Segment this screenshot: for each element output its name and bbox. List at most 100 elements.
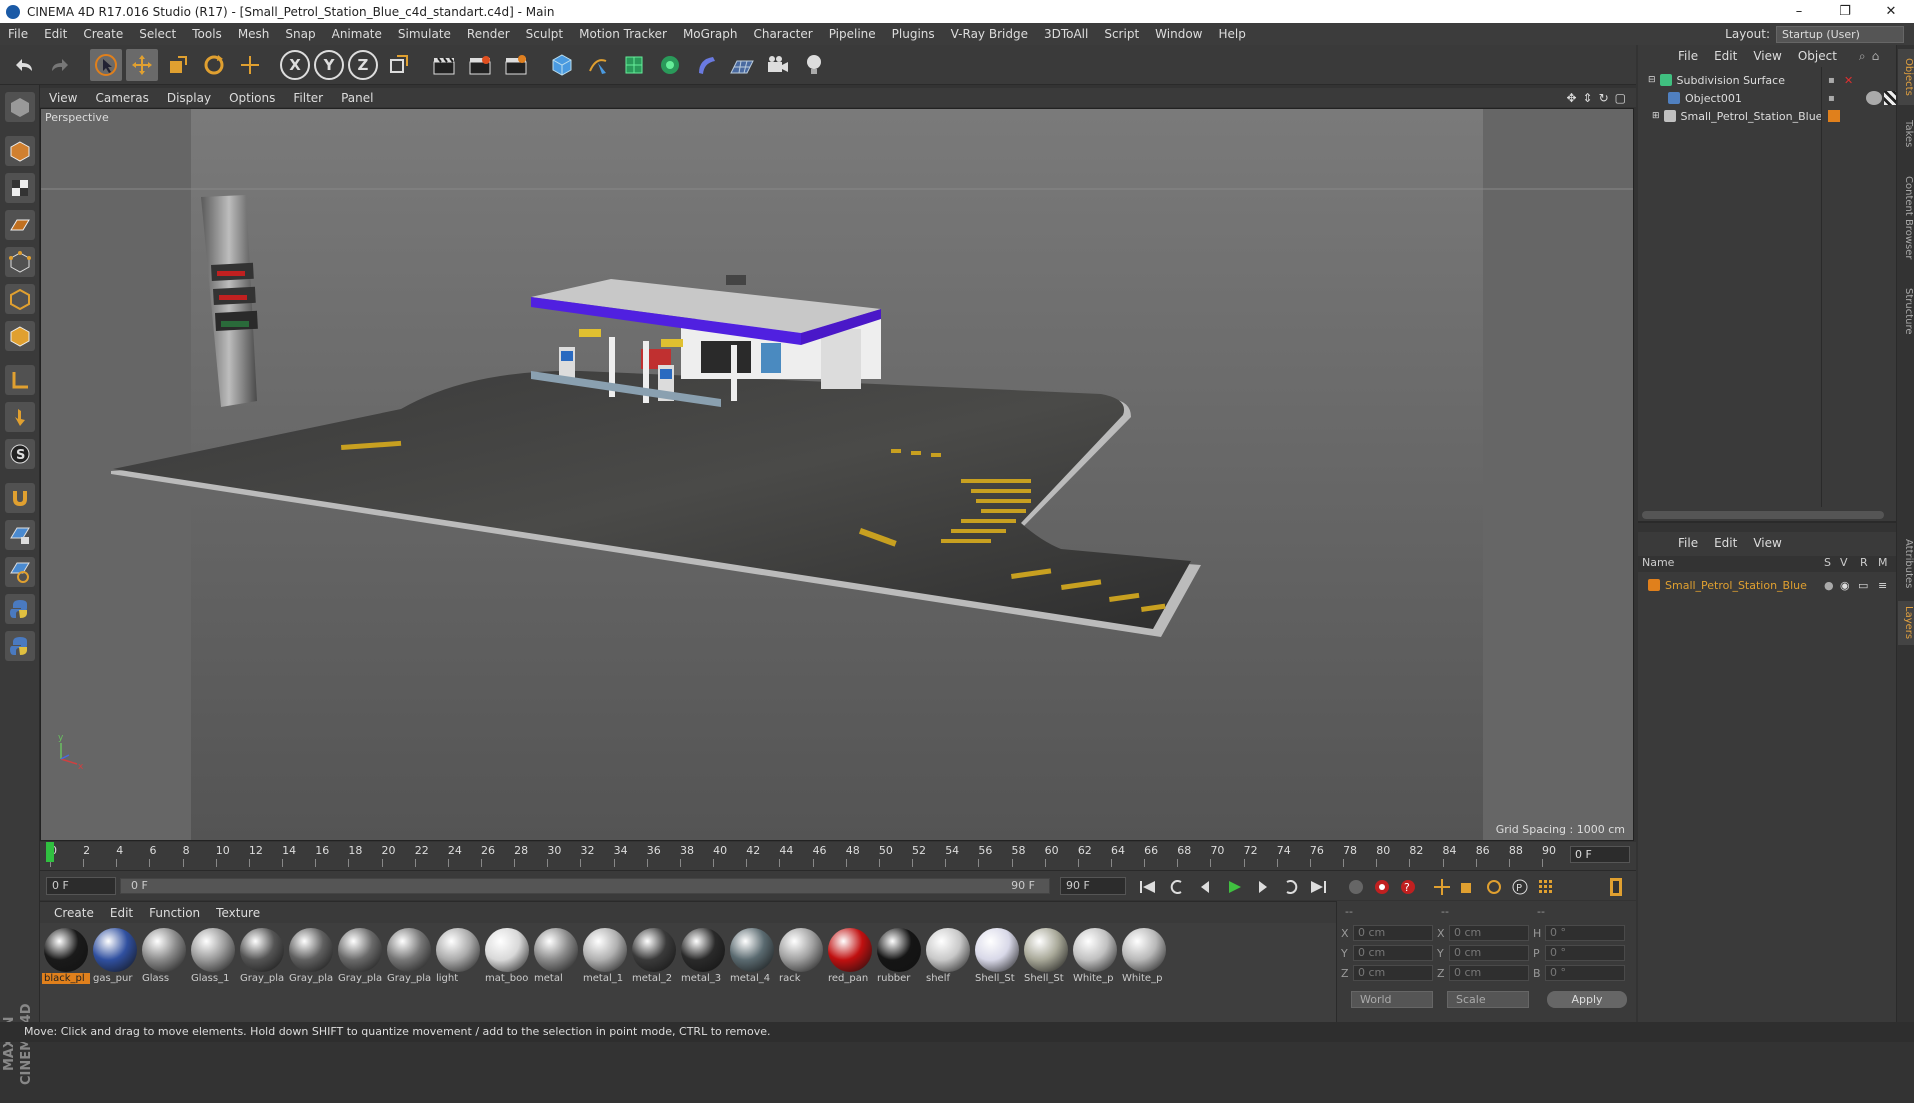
viewport-menu-filter[interactable]: Filter <box>284 91 332 105</box>
menu-character[interactable]: Character <box>745 27 820 41</box>
apply-button[interactable]: Apply <box>1547 991 1627 1008</box>
rotation-p-field[interactable]: 0 ° <box>1545 945 1625 961</box>
coordinate-system-button[interactable] <box>382 49 414 81</box>
material-swatch[interactable]: red_pan <box>826 927 874 989</box>
y-axis-lock-button[interactable]: Y <box>314 49 344 80</box>
polygons-mode-button[interactable] <box>5 321 35 351</box>
tab-layers[interactable]: Layers <box>1898 601 1914 645</box>
object-menu-edit[interactable]: Edit <box>1706 49 1745 63</box>
object-row-subdivision-surface[interactable]: ⊟ Subdivision Surface ▪ ✕ <box>1638 71 1896 89</box>
material-swatch[interactable]: Glass <box>140 927 188 989</box>
home-icon[interactable]: ⌂ <box>1872 49 1880 63</box>
viewport-menu-view[interactable]: View <box>40 91 86 105</box>
menu-create[interactable]: Create <box>75 27 131 41</box>
layer-menu-file[interactable]: File <box>1670 536 1706 550</box>
viewport-menu-display[interactable]: Display <box>158 91 220 105</box>
visibility-toggle-icon[interactable]: ▪ <box>1828 75 1835 86</box>
material-menu-texture[interactable]: Texture <box>208 906 268 920</box>
rotate-tool-button[interactable] <box>198 49 230 81</box>
menu-snap[interactable]: Snap <box>277 27 323 41</box>
end-frame-field[interactable]: 90 F <box>1060 877 1126 895</box>
pen-spline-button[interactable] <box>582 49 614 81</box>
viewport-menu-cameras[interactable]: Cameras <box>86 91 157 105</box>
material-menu-function[interactable]: Function <box>141 906 208 920</box>
material-swatch[interactable]: gas_pur <box>91 927 139 989</box>
perspective-viewport[interactable]: y x Perspective Grid Spacing : 1000 cm <box>40 108 1634 841</box>
key-pla-button[interactable] <box>1534 876 1558 898</box>
transform-tool-button[interactable] <box>234 49 266 81</box>
texture-tag-icon[interactable] <box>1884 91 1896 105</box>
menu-help[interactable]: Help <box>1210 27 1253 41</box>
visibility-toggle-icon[interactable]: ▪ <box>1828 93 1835 104</box>
camera-button[interactable] <box>762 49 794 81</box>
menu-simulate[interactable]: Simulate <box>390 27 459 41</box>
pan-view-icon[interactable]: ✥ <box>1566 91 1576 105</box>
menu-plugins[interactable]: Plugins <box>884 27 943 41</box>
menu-3dtoall[interactable]: 3DToAll <box>1036 27 1096 41</box>
menu-sculpt[interactable]: Sculpt <box>518 27 571 41</box>
cube-primitive-button[interactable] <box>546 49 578 81</box>
close-button[interactable]: ✕ <box>1868 4 1914 19</box>
key-parameter-button[interactable]: P <box>1508 876 1532 898</box>
layer-manager-icon[interactable]: ≡ <box>1878 579 1887 592</box>
timeline-ruler[interactable]: 0246810121416182022242628303234363840424… <box>40 842 1636 870</box>
next-key-button[interactable] <box>1278 876 1302 898</box>
make-editable-button[interactable] <box>5 92 35 122</box>
autokey-button[interactable]: ? <box>1396 876 1420 898</box>
undo-button[interactable] <box>8 49 40 81</box>
enabled-x-icon[interactable]: ✕ <box>1844 74 1853 87</box>
object-row-small-petrol-station[interactable]: ⊞ Small_Petrol_Station_Blue <box>1638 107 1896 125</box>
play-button[interactable] <box>1222 876 1246 898</box>
timeline-window-button[interactable] <box>1604 876 1628 898</box>
object-menu-object[interactable]: Object <box>1790 49 1845 63</box>
menu-script[interactable]: Script <box>1096 27 1147 41</box>
record-button[interactable] <box>1370 876 1394 898</box>
orbit-view-icon[interactable]: ↻ <box>1599 91 1609 105</box>
material-tag-icon[interactable] <box>1866 91 1882 105</box>
material-swatch[interactable]: mat_boo <box>483 927 531 989</box>
start-frame-field[interactable]: 0 F <box>46 877 116 895</box>
tab-objects[interactable]: Objects <box>1898 49 1914 105</box>
live-select-button[interactable] <box>90 48 122 81</box>
preview-range-slider[interactable]: 0 F 90 F <box>120 878 1050 894</box>
size-x-field[interactable]: 0 cm <box>1449 925 1529 941</box>
go-to-end-button[interactable] <box>1306 876 1330 898</box>
material-swatch[interactable]: Shell_St <box>1022 927 1070 989</box>
points-mode-button[interactable] <box>5 247 35 277</box>
scale-tool-button[interactable] <box>162 49 194 81</box>
layer-row[interactable]: Small_Petrol_Station_Blue ● ◉ ▭ ≡ <box>1638 576 1896 594</box>
floor-button[interactable] <box>726 49 758 81</box>
next-frame-button[interactable] <box>1250 876 1274 898</box>
search-icon[interactable]: ⌕ <box>1859 49 1866 64</box>
key-scale-button[interactable] <box>1456 876 1480 898</box>
material-menu-create[interactable]: Create <box>46 906 102 920</box>
menu-render[interactable]: Render <box>459 27 518 41</box>
material-swatch[interactable]: shelf <box>924 927 972 989</box>
tab-content-browser[interactable]: Content Browser <box>1898 163 1914 273</box>
previous-key-button[interactable] <box>1166 876 1190 898</box>
size-mode-dropdown[interactable]: Scale <box>1447 991 1529 1008</box>
cloner-button[interactable] <box>654 49 686 81</box>
dolly-view-icon[interactable]: ⇕ <box>1583 91 1593 105</box>
menu-vray-bridge[interactable]: V-Ray Bridge <box>943 27 1036 41</box>
material-swatch[interactable]: Glass_1 <box>189 927 237 989</box>
material-swatch[interactable]: Shell_St <box>973 927 1021 989</box>
material-swatch[interactable]: rubber <box>875 927 923 989</box>
texture-mode-button[interactable] <box>5 173 35 203</box>
maximize-view-icon[interactable]: ▢ <box>1615 91 1626 105</box>
material-swatch[interactable]: metal_2 <box>630 927 678 989</box>
material-menu-edit[interactable]: Edit <box>102 906 141 920</box>
go-to-start-button[interactable] <box>1136 876 1160 898</box>
subdivision-surface-button[interactable] <box>618 49 650 81</box>
rotation-h-field[interactable]: 0 ° <box>1545 925 1625 941</box>
menu-window[interactable]: Window <box>1147 27 1210 41</box>
menu-mesh[interactable]: Mesh <box>230 27 278 41</box>
render-picture-viewer-button[interactable] <box>464 49 496 81</box>
light-button[interactable] <box>798 49 830 81</box>
layer-menu-view[interactable]: View <box>1745 536 1789 550</box>
menu-file[interactable]: File <box>0 27 36 41</box>
viewport-menu-options[interactable]: Options <box>220 91 284 105</box>
size-z-field[interactable]: 0 cm <box>1449 965 1529 981</box>
menu-select[interactable]: Select <box>131 27 184 41</box>
expand-toggle-icon[interactable]: ⊟ <box>1648 75 1656 85</box>
